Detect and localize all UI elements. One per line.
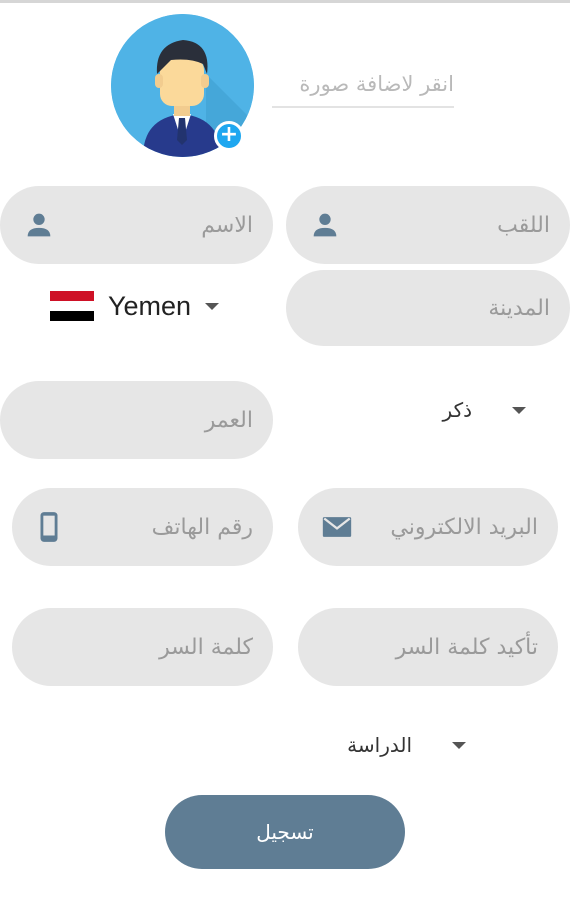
person-icon (313, 213, 337, 237)
chevron-down-icon (205, 302, 220, 310)
phone-icon (40, 512, 58, 542)
person-icon (27, 213, 51, 237)
city-placeholder: المدينة (488, 295, 550, 321)
top-divider (0, 0, 570, 3)
age-field[interactable]: العمر (0, 381, 273, 459)
register-button[interactable]: تسجيل (165, 795, 405, 869)
password-field[interactable]: كلمة السر (12, 608, 273, 686)
password-placeholder: كلمة السر (159, 634, 253, 660)
chevron-down-icon (452, 741, 466, 749)
age-placeholder: العمر (204, 407, 253, 433)
phone-placeholder: رقم الهاتف (151, 514, 253, 540)
phone-field[interactable]: رقم الهاتف (12, 488, 273, 566)
add-photo-hint[interactable]: انقر لاضافة صورة (272, 62, 454, 108)
confirm-password-field[interactable]: تأكيد كلمة السر (298, 608, 558, 686)
first-name-placeholder: الاسم (201, 212, 253, 238)
chevron-down-icon (512, 406, 526, 414)
email-icon (322, 517, 352, 537)
last-name-placeholder: اللقب (497, 212, 550, 238)
last-name-field[interactable]: اللقب (286, 186, 570, 264)
confirm-password-placeholder: تأكيد كلمة السر (395, 634, 538, 660)
email-placeholder: البريد الالكتروني (390, 514, 538, 540)
email-field[interactable]: البريد الالكتروني (298, 488, 558, 566)
gender-selected-value: ذكر (442, 398, 472, 422)
yemen-flag-icon (50, 291, 94, 321)
study-selected-value: الدراسة (347, 733, 412, 757)
study-dropdown[interactable]: الدراسة (347, 733, 466, 757)
registration-screen: + انقر لاضافة صورة اللقب الاسم المدينة Y… (0, 0, 570, 900)
city-field[interactable]: المدينة (286, 270, 570, 346)
country-picker[interactable]: Yemen (50, 288, 220, 324)
add-photo-plus-icon[interactable]: + (214, 121, 244, 151)
gender-dropdown[interactable]: ذكر (443, 398, 526, 422)
country-name: Yemen (108, 290, 192, 321)
first-name-field[interactable]: الاسم (0, 186, 273, 264)
